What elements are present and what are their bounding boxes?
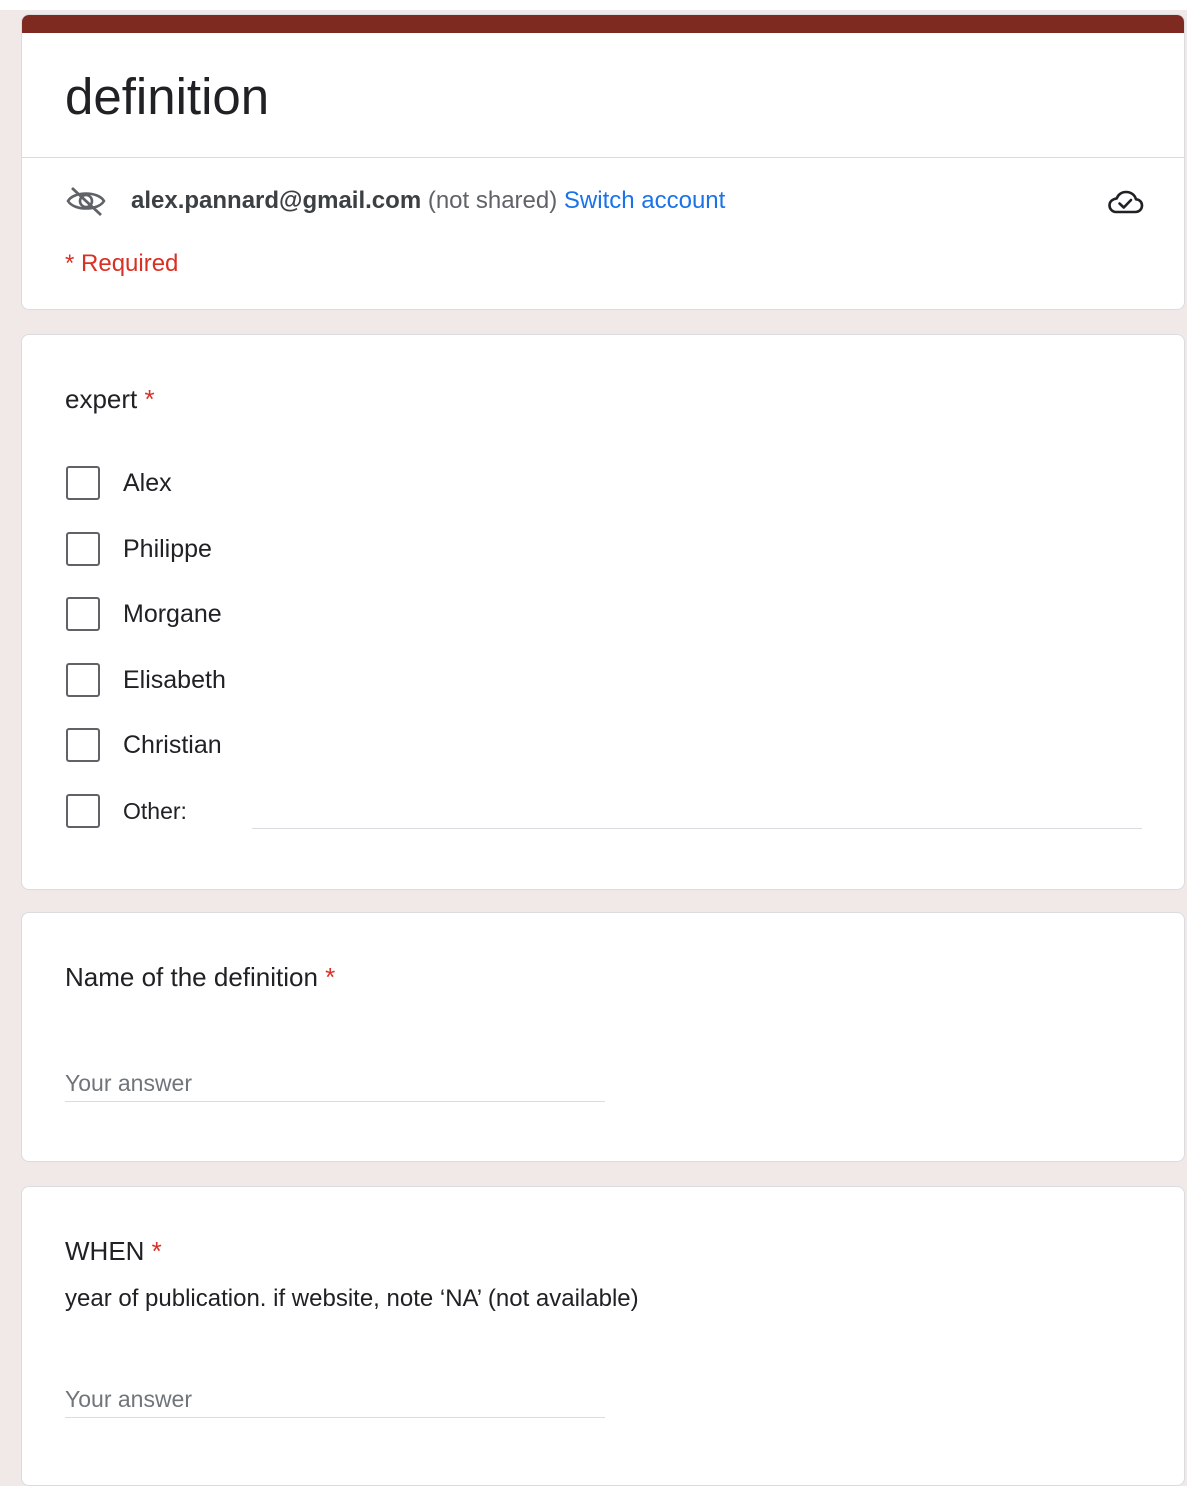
question-description: year of publication. if website, note ‘N… bbox=[65, 1285, 639, 1312]
header-divider bbox=[22, 157, 1184, 158]
question-card-expert: expert * Alex Philippe Morgane Elisabeth… bbox=[21, 334, 1185, 890]
form-page: definition alex.pannard@gmail.com (not s… bbox=[0, 0, 1187, 1486]
required-asterisk: * bbox=[144, 384, 155, 414]
option-label: Christian bbox=[123, 731, 222, 759]
checkbox[interactable] bbox=[66, 794, 100, 828]
top-strip bbox=[0, 0, 1187, 10]
question-title-text: Name of the definition bbox=[65, 962, 318, 992]
eye-off-icon bbox=[66, 186, 106, 217]
checkbox[interactable] bbox=[66, 728, 100, 762]
cloud-check-icon bbox=[1108, 190, 1144, 214]
form-title: definition bbox=[65, 68, 270, 125]
question-title-name: Name of the definition * bbox=[65, 961, 335, 993]
option-label: Alex bbox=[123, 469, 172, 497]
option-label: Other: bbox=[123, 798, 187, 824]
account-row: alex.pannard@gmail.com (not shared) Swit… bbox=[65, 183, 1145, 219]
answer-input-name[interactable] bbox=[65, 1065, 605, 1102]
question-card-name: Name of the definition * bbox=[21, 912, 1185, 1162]
question-card-when: WHEN * year of publication. if website, … bbox=[21, 1186, 1185, 1486]
question-title-when: WHEN * bbox=[65, 1235, 162, 1267]
question-title-text: expert bbox=[65, 384, 138, 414]
account-text: alex.pannard@gmail.com (not shared) Swit… bbox=[131, 187, 725, 215]
theme-color-bar bbox=[22, 15, 1184, 33]
checkbox-option-christian[interactable]: Christian bbox=[65, 726, 1145, 766]
switch-account-link[interactable]: Switch account bbox=[564, 187, 725, 214]
checkbox-option-alex[interactable]: Alex bbox=[65, 464, 1145, 504]
question-title-text: WHEN bbox=[65, 1236, 145, 1266]
option-label: Morgane bbox=[123, 600, 222, 628]
required-asterisk: * bbox=[325, 962, 336, 992]
required-note: * Required bbox=[65, 250, 179, 277]
checkbox-option-morgane[interactable]: Morgane bbox=[65, 595, 1145, 635]
form-header-card: definition alex.pannard@gmail.com (not s… bbox=[21, 14, 1185, 310]
checkbox-option-elisabeth[interactable]: Elisabeth bbox=[65, 661, 1145, 701]
not-shared-label: (not shared) bbox=[427, 187, 558, 214]
checkbox[interactable] bbox=[66, 466, 100, 500]
checkbox-option-other[interactable]: Other: bbox=[65, 792, 1145, 832]
checkbox-option-philippe[interactable]: Philippe bbox=[65, 530, 1145, 570]
option-label: Elisabeth bbox=[123, 666, 226, 694]
checkbox[interactable] bbox=[66, 532, 100, 566]
other-text-input[interactable] bbox=[252, 828, 1142, 829]
option-label: Philippe bbox=[123, 535, 212, 563]
account-email: alex.pannard@gmail.com bbox=[131, 187, 422, 214]
required-asterisk: * bbox=[151, 1236, 162, 1266]
question-title-expert: expert * bbox=[65, 383, 155, 415]
answer-input-when[interactable] bbox=[65, 1381, 605, 1418]
checkbox[interactable] bbox=[66, 597, 100, 631]
checkbox[interactable] bbox=[66, 663, 100, 697]
